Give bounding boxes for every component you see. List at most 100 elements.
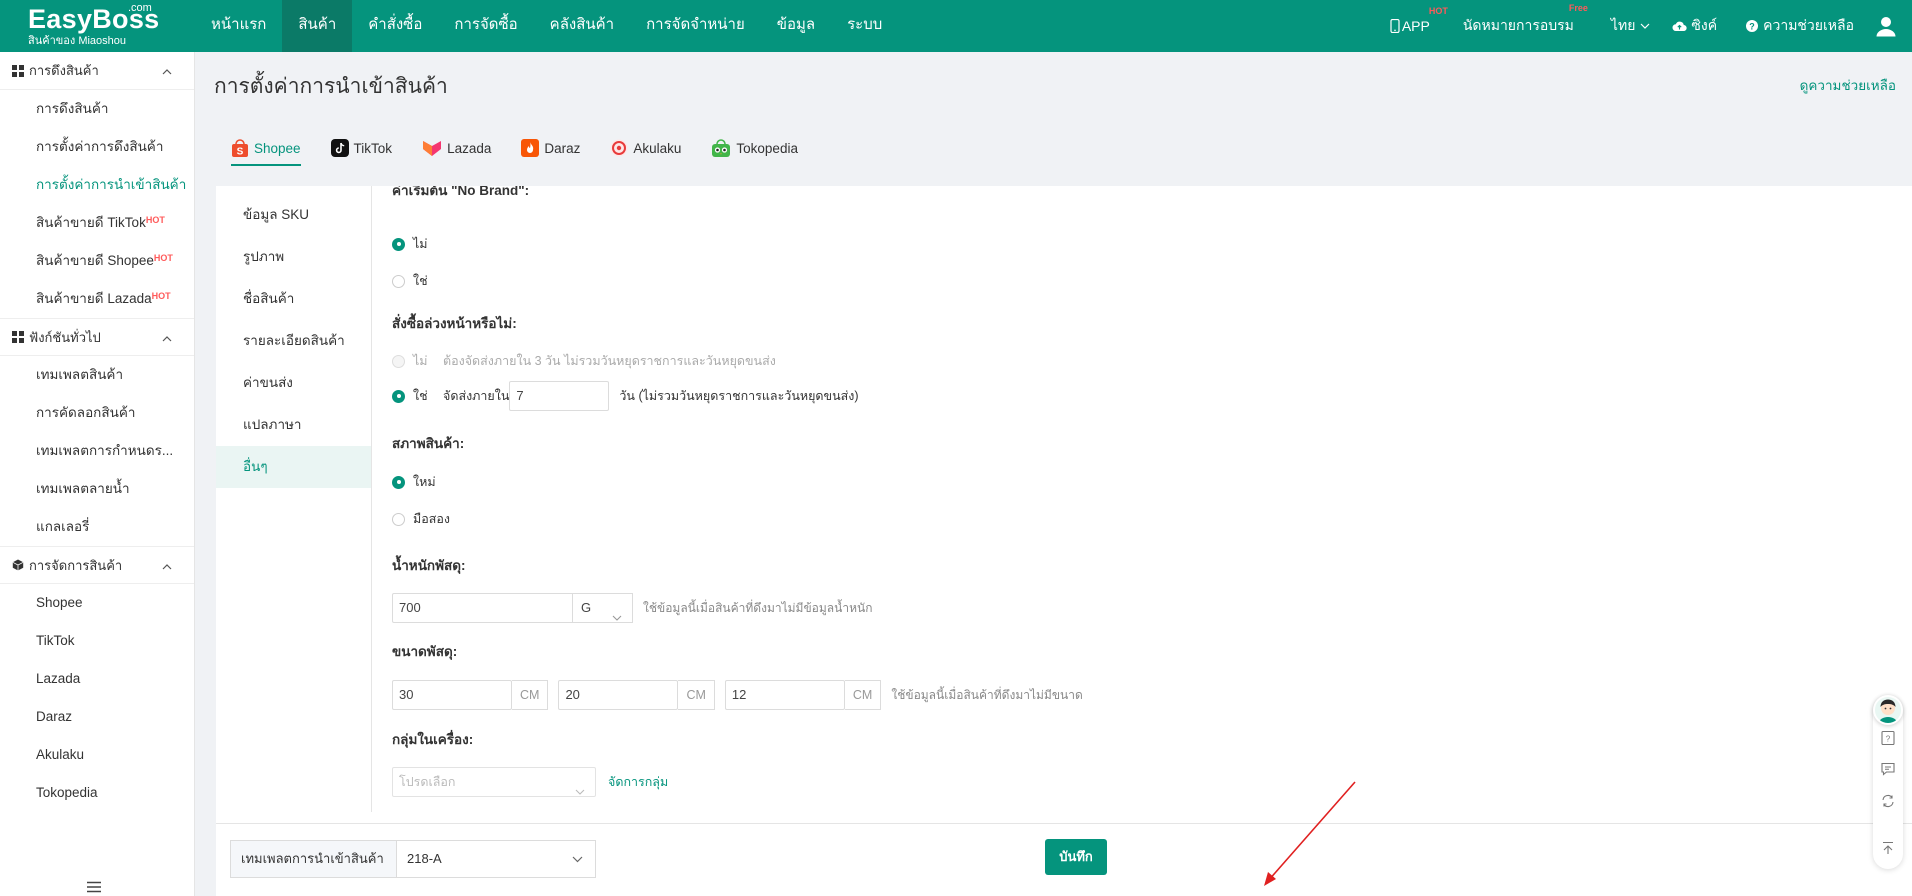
- sidebar-item-import-config[interactable]: การตั้งค่าการนำเข้าสินค้า: [0, 166, 194, 204]
- sidebar-item-copy-products[interactable]: การคัดลอกสินค้า: [0, 394, 194, 432]
- radio-checked[interactable]: [392, 389, 405, 403]
- sidebar-group-import[interactable]: การดึงสินค้า: [0, 52, 194, 90]
- sidebar-item-lazada-bestsellers[interactable]: สินค้าขายดี Lazada HOT: [0, 280, 194, 318]
- brand-logo[interactable]: EasyBoss .com สินค้าของ Miaoshou: [0, 0, 195, 52]
- brand-option-no[interactable]: ไม่: [392, 234, 428, 254]
- section-translation[interactable]: แปลภาษา: [216, 404, 371, 446]
- sidebar-group-management[interactable]: การจัดการสินค้า: [0, 546, 194, 584]
- language-selector[interactable]: ไทย: [1611, 15, 1650, 37]
- preorder-title: สั่งซื้อล่วงหน้าหรือไม่:: [392, 316, 517, 331]
- sidebar-item-tiktok-bestsellers[interactable]: สินค้าขายดี TikTok HOT: [0, 204, 194, 242]
- sidebar-item-akulaku[interactable]: Akulaku: [0, 736, 194, 774]
- sidebar-item-label: สินค้าขายดี Lazada: [36, 291, 152, 306]
- svg-text:?: ?: [1886, 735, 1891, 744]
- mobile-icon: [1390, 19, 1400, 33]
- back-to-top-icon[interactable]: [1880, 840, 1896, 856]
- refresh-icon[interactable]: [1880, 793, 1896, 809]
- save-button[interactable]: บันทึก: [1045, 839, 1107, 875]
- tab-tiktok[interactable]: TikTok: [330, 120, 392, 176]
- dimensions-hint: ใช้ข้อมูลนี้เมื่อสินค้าที่ดึงมาไม่มีขนาด: [891, 687, 1083, 702]
- section-others[interactable]: อื่นๆ: [216, 446, 371, 488]
- nav-warehouse[interactable]: คลังสินค้า: [534, 0, 630, 52]
- sidebar-item-import-settings[interactable]: การตั้งค่าการดึงสินค้า: [0, 128, 194, 166]
- sidebar-item-import-products[interactable]: การดึงสินค้า: [0, 90, 194, 128]
- training-label: นัดหมายการอบรม: [1462, 17, 1574, 33]
- user-avatar-icon[interactable]: [1875, 15, 1897, 37]
- ship-days-input[interactable]: 7: [509, 381, 610, 411]
- brand-option-yes[interactable]: ใช่: [392, 271, 428, 291]
- tab-akulaku[interactable]: Akulaku: [610, 120, 681, 176]
- weight-title: น้ำหนักพัสดุ:: [392, 558, 466, 573]
- section-product-title[interactable]: ชื่อสินค้า: [216, 278, 371, 320]
- section-product-details[interactable]: รายละเอียดสินค้า: [216, 320, 371, 362]
- sidebar-item-watermark-templates[interactable]: เทมเพลตลายน้ำ: [0, 470, 194, 508]
- sidebar-group-label: การดึงสินค้า: [29, 63, 99, 78]
- condition-option-used[interactable]: มือสอง: [392, 509, 450, 529]
- sidebar-item-gallery[interactable]: แกลเลอรี่: [0, 508, 194, 546]
- nav-system[interactable]: ระบบ: [831, 0, 898, 52]
- sidebar-item-lazada[interactable]: Lazada: [0, 660, 194, 698]
- sync-button[interactable]: ซิงค์: [1672, 15, 1717, 37]
- lazada-icon: [422, 139, 442, 157]
- radio-checked[interactable]: [392, 475, 405, 489]
- group-select[interactable]: โปรดเลือก: [392, 767, 596, 797]
- group-row: โปรดเลือก จัดการกลุ่ม: [392, 767, 668, 797]
- sidebar-item-daraz[interactable]: Daraz: [0, 698, 194, 736]
- view-help-link[interactable]: ดูความช่วยเหลือ: [1800, 74, 1896, 96]
- sidebar-group-label: การจัดการสินค้า: [29, 557, 123, 573]
- weight-unit-select[interactable]: G: [573, 593, 633, 623]
- platform-tabs: S Shopee TikTok Lazada Daraz Akulaku Tok…: [196, 120, 1896, 176]
- sidebar-item-tiktok[interactable]: TikTok: [0, 622, 194, 660]
- import-template-select[interactable]: 218-A: [396, 840, 596, 878]
- nav-home[interactable]: หน้าแรก: [195, 0, 282, 52]
- radio-unchecked[interactable]: [392, 274, 405, 288]
- preorder-option-yes[interactable]: ใช่ จัดส่งภายใน 7 วัน (ไม่รวมวันหยุดราชก…: [392, 381, 859, 411]
- nav-distribution[interactable]: การจัดจำหน่าย: [630, 0, 761, 52]
- chat-icon[interactable]: [1880, 761, 1896, 777]
- sidebar-item-shopee[interactable]: Shopee: [0, 584, 194, 622]
- radio-unchecked[interactable]: [392, 512, 405, 526]
- length-input[interactable]: 30: [392, 680, 512, 710]
- radio-unchecked[interactable]: [392, 354, 405, 368]
- chevron-down-icon: [575, 777, 585, 805]
- preorder-option-no[interactable]: ไม่ ต้องจัดส่งภายใน 3 วัน ไม่รวมวันหยุดร…: [392, 351, 776, 371]
- sidebar: การดึงสินค้า การดึงสินค้า การตั้งค่าการด…: [0, 52, 195, 896]
- nav-products[interactable]: สินค้า: [282, 0, 353, 52]
- import-template-value: 218-A: [407, 851, 442, 866]
- default-brand-label: ค่าเริ่มต้น "No Brand":: [392, 186, 530, 198]
- support-avatar[interactable]: [1873, 695, 1903, 725]
- nav-orders[interactable]: คำสั่งซื้อ: [352, 0, 438, 52]
- collapse-menu-icon[interactable]: [86, 880, 102, 896]
- training-link[interactable]: นัดหมายการอบรม Free: [1462, 3, 1588, 37]
- condition-option-new[interactable]: ใหม่: [392, 472, 436, 492]
- weight-input[interactable]: 700: [392, 593, 573, 623]
- tab-shopee[interactable]: S Shopee: [231, 120, 301, 176]
- height-unit: CM: [844, 680, 882, 710]
- tab-label: Tokopedia: [736, 140, 798, 156]
- sidebar-item-pricing-templates[interactable]: เทมเพลตการกำหนดร...: [0, 432, 194, 470]
- nav-data[interactable]: ข้อมูล: [761, 0, 831, 52]
- help-doc-icon[interactable]: ?: [1880, 730, 1896, 746]
- tab-tokopedia[interactable]: Tokopedia: [711, 120, 798, 176]
- app-link[interactable]: APP HOT: [1390, 6, 1448, 34]
- section-sku-info[interactable]: ข้อมูล SKU: [216, 194, 371, 236]
- help-menu[interactable]: ? ความช่วยเหลือ: [1746, 15, 1854, 37]
- radio-label: ไม่: [413, 237, 428, 251]
- sidebar-item-tokopedia[interactable]: Tokopedia: [0, 774, 194, 812]
- nav-purchasing[interactable]: การจัดซื้อ: [438, 0, 533, 52]
- tab-daraz[interactable]: Daraz: [521, 120, 580, 176]
- manage-groups-link[interactable]: จัดการกลุ่ม: [608, 772, 668, 792]
- app-label: APP: [1401, 18, 1430, 34]
- width-input[interactable]: 20: [558, 680, 679, 710]
- height-input[interactable]: 12: [724, 680, 845, 710]
- training-free-badge: Free: [1568, 3, 1588, 13]
- section-images[interactable]: รูปภาพ: [216, 236, 371, 278]
- tab-lazada[interactable]: Lazada: [422, 120, 491, 176]
- sidebar-group-general[interactable]: ฟังก์ชันทั่วไป: [0, 318, 194, 356]
- sidebar-item-shopee-bestsellers[interactable]: สินค้าขายดี Shopee HOT: [0, 242, 194, 280]
- radio-checked[interactable]: [392, 237, 405, 251]
- section-shipping-fee[interactable]: ค่าขนส่ง: [216, 362, 371, 404]
- sidebar-item-product-templates[interactable]: เทมเพลตสินค้า: [0, 356, 194, 394]
- weight-hint: ใช้ข้อมูลนี้เมื่อสินค้าที่ดึงมาไม่มีข้อม…: [643, 600, 873, 615]
- chevron-down-icon: [572, 856, 583, 863]
